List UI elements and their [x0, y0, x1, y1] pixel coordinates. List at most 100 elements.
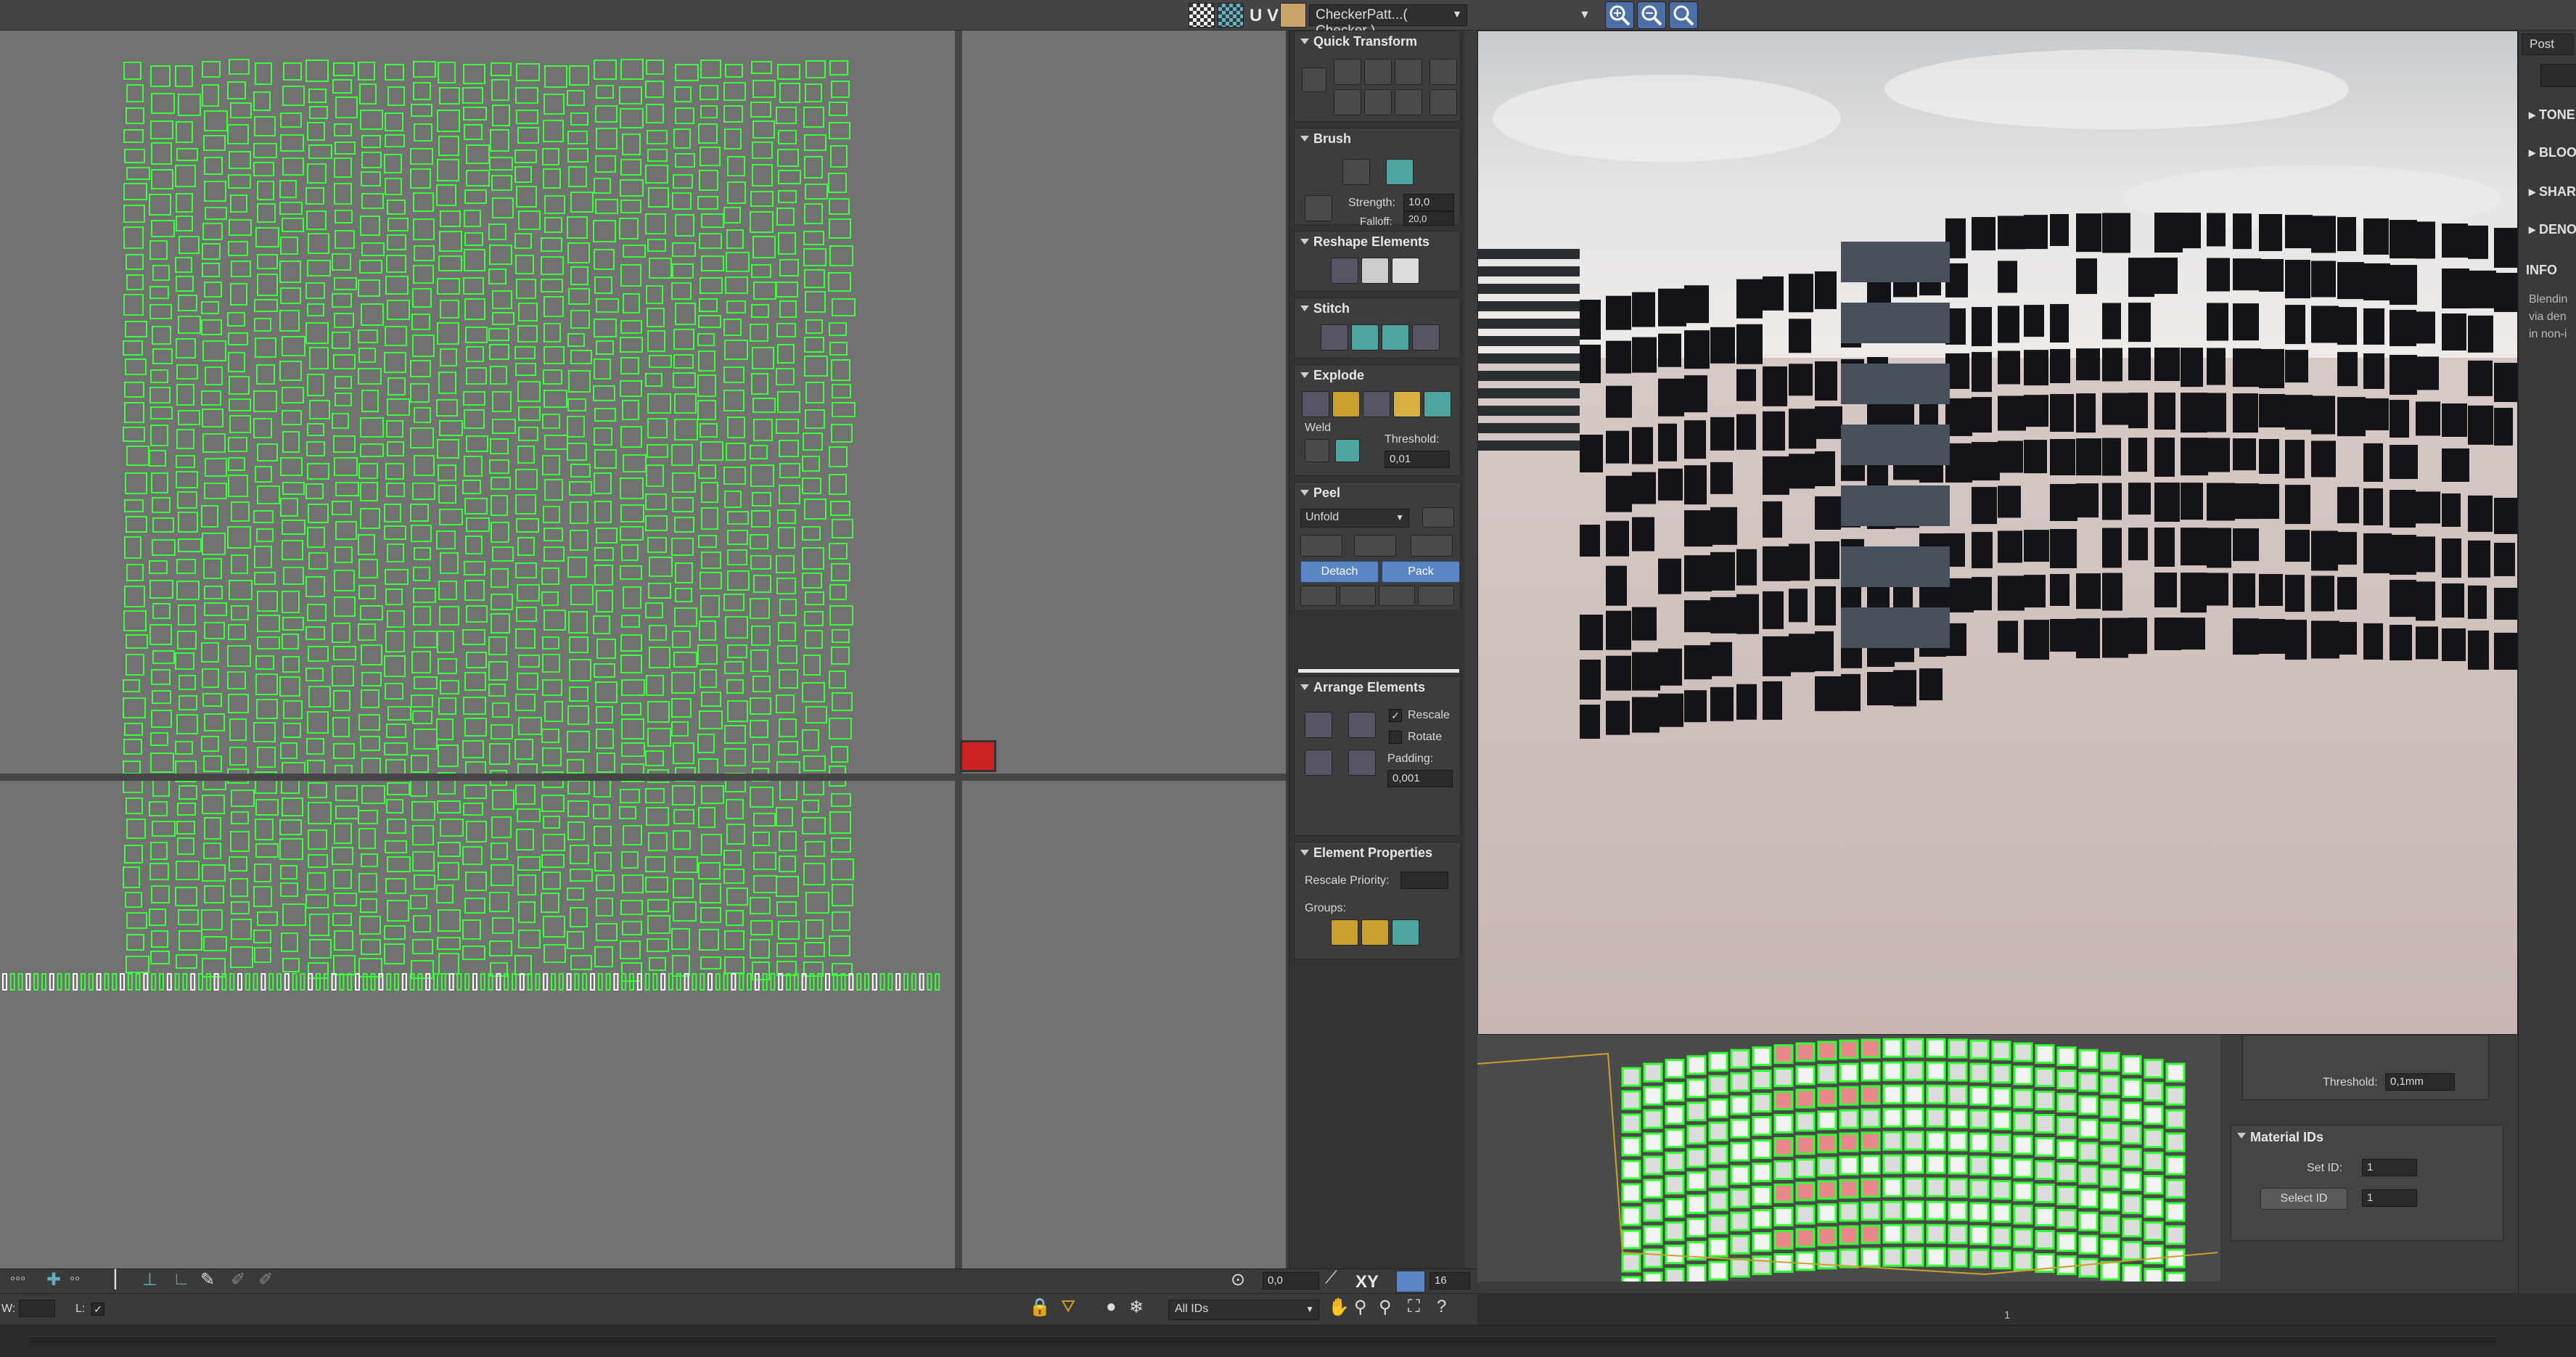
set-pivot-icon[interactable]	[1302, 67, 1326, 92]
texture-dropdown[interactable]: CheckerPatt...( Checker ) ▼	[1309, 4, 1467, 38]
post-tab[interactable]: Post	[2522, 33, 2574, 55]
help-icon[interactable]: ?	[1437, 1297, 1446, 1317]
break-by-smoothing-icon[interactable]	[1302, 391, 1329, 417]
strength-spinner[interactable]: 10,0	[1403, 194, 1454, 211]
ids-dropdown[interactable]: All IDs ▼	[1168, 1300, 1319, 1320]
flatten-by-angle-icon[interactable]	[1393, 391, 1421, 417]
zoom-out-icon[interactable]	[1637, 1, 1666, 29]
shrink-selection-icon[interactable]: ◦◦◦	[10, 1271, 25, 1287]
collapse-triangle-icon[interactable]	[1300, 684, 1309, 690]
relax-brush-icon[interactable]	[1386, 159, 1414, 185]
axis-line-icon[interactable]: ⟋	[1325, 1268, 1337, 1288]
paint-move-icon[interactable]	[1342, 159, 1370, 185]
arrange-elements-title[interactable]: Arrange Elements	[1313, 680, 1425, 695]
collapse-triangle-icon[interactable]	[1300, 306, 1309, 311]
stitch-average-icon[interactable]	[1351, 324, 1379, 350]
straighten-selection-icon[interactable]	[1331, 258, 1358, 284]
w-input[interactable]	[19, 1300, 55, 1317]
pack-button[interactable]: Pack	[1382, 561, 1460, 583]
select-pinned-icon[interactable]	[1418, 586, 1454, 606]
relax-until-flat-icon[interactable]	[1392, 258, 1419, 284]
pack-normalize-icon[interactable]	[1305, 712, 1332, 738]
angle-spinner[interactable]: 0,0	[1263, 1272, 1319, 1290]
checker-toggle-icon[interactable]	[1189, 3, 1215, 28]
grid-snap-icon[interactable]	[1396, 1271, 1425, 1292]
timeline-bar[interactable]: 1	[1477, 1293, 2576, 1325]
auto-pin-icon[interactable]	[1379, 586, 1415, 606]
l-checkbox[interactable]: ✓	[91, 1303, 104, 1316]
zoom-region-icon[interactable]: ⚲	[1379, 1297, 1392, 1318]
lock-icon[interactable]: 🔒	[1029, 1297, 1051, 1318]
collapse-triangle-icon[interactable]	[2237, 1133, 2246, 1139]
stitch-to-source-icon[interactable]	[1382, 324, 1409, 350]
material-ids-title[interactable]: Material IDs	[2250, 1130, 2323, 1145]
filter-icon[interactable]: ⛛	[1061, 1297, 1075, 1317]
stitch-to-target-icon[interactable]	[1321, 324, 1348, 350]
padding-spinner[interactable]: 0,001	[1387, 770, 1453, 787]
rescale-checkbox[interactable]: ✓	[1389, 709, 1402, 722]
collapse-triangle-icon[interactable]	[1300, 239, 1309, 245]
space-horizontal-icon[interactable]	[1429, 59, 1457, 85]
set-id-spinner[interactable]: 1	[2362, 1159, 2417, 1176]
falloff-spinner[interactable]: 20,0	[1403, 211, 1454, 226]
zoom-icon[interactable]: ⚲	[1354, 1297, 1367, 1318]
peel-title[interactable]: Peel	[1313, 485, 1340, 501]
reset-peel-icon[interactable]	[1411, 535, 1453, 557]
explode-title[interactable]: Explode	[1313, 368, 1364, 383]
quick-transform-title[interactable]: Quick Transform	[1313, 34, 1417, 49]
align-to-edge-icon[interactable]	[1334, 89, 1361, 115]
straighten-icon[interactable]	[1364, 89, 1392, 115]
uv-label[interactable]: U V	[1250, 6, 1279, 26]
select-face-icon[interactable]: ∟	[173, 1269, 190, 1290]
uv-editor-viewport[interactable]	[0, 30, 1286, 1268]
brush-title[interactable]: Brush	[1313, 131, 1351, 147]
pack-fit-icon[interactable]	[1348, 750, 1376, 776]
pan-icon[interactable]: ✋	[1328, 1297, 1350, 1318]
collapse-triangle-icon[interactable]	[1300, 850, 1309, 856]
break-icon[interactable]	[1424, 391, 1451, 417]
axis-label[interactable]: XY	[1355, 1272, 1379, 1292]
perspective-viewport[interactable]	[1477, 1035, 2220, 1282]
break-by-polygon-icon[interactable]	[1363, 391, 1390, 417]
side-item-tone[interactable]: ▸ TONE	[2529, 107, 2575, 123]
rescale-priority-spinner[interactable]	[1400, 872, 1448, 889]
reshape-elements-title[interactable]: Reshape Elements	[1313, 234, 1429, 250]
stitch-custom-icon[interactable]	[1412, 324, 1440, 350]
texture-icon[interactable]	[1280, 3, 1306, 28]
collapse-triangle-icon[interactable]	[1300, 38, 1309, 44]
relax-icon[interactable]	[1361, 258, 1389, 284]
space-vertical-icon[interactable]	[1429, 89, 1457, 115]
pack-custom-icon[interactable]	[1305, 750, 1332, 776]
select-id-button[interactable]: Select ID	[2260, 1188, 2347, 1210]
break-by-material-icon[interactable]	[1332, 391, 1360, 417]
stitch-title[interactable]: Stitch	[1313, 301, 1350, 316]
group-select-icon[interactable]	[1331, 919, 1358, 946]
select-id-spinner[interactable]: 1	[2362, 1189, 2417, 1207]
group-select-all-icon[interactable]	[1392, 919, 1419, 946]
collapse-triangle-icon[interactable]	[1300, 372, 1309, 378]
pin-icon[interactable]	[1300, 586, 1337, 606]
grow-selection-icon[interactable]: ✚	[46, 1269, 61, 1290]
rotate-checkbox[interactable]	[1389, 731, 1402, 744]
loop-select-icon[interactable]: ◦◦	[70, 1271, 80, 1287]
group-ungroup-icon[interactable]	[1361, 919, 1389, 946]
zoom-in-icon[interactable]	[1605, 1, 1634, 29]
quick-peel-icon[interactable]	[1300, 535, 1342, 557]
paint-select-icon[interactable]: ✎	[200, 1269, 215, 1290]
map-toggle-icon[interactable]	[1218, 3, 1244, 28]
freeze-icon[interactable]: ❄	[1129, 1297, 1144, 1318]
brush-stroke-icon[interactable]	[1305, 195, 1332, 221]
select-edge-icon[interactable]: ⊥	[142, 1269, 157, 1290]
weld-selected-icon[interactable]	[1305, 439, 1329, 462]
threshold-spinner[interactable]: 0,01	[1385, 451, 1450, 468]
pack-together-icon[interactable]	[1348, 712, 1376, 738]
rotate-cw-icon[interactable]	[1395, 89, 1422, 115]
angle-snap-icon[interactable]: ⊙	[1231, 1269, 1245, 1290]
collapse-triangle-icon[interactable]	[1300, 490, 1309, 496]
grid-spinner[interactable]: 16	[1429, 1272, 1470, 1290]
render-frame-window[interactable]	[1477, 30, 2518, 1035]
weld-all-selected-icon[interactable]	[1335, 439, 1360, 462]
align-vertical-icon[interactable]	[1364, 59, 1392, 85]
side-item-bloom[interactable]: ▸ BLOO	[2529, 145, 2576, 160]
peel-options-icon[interactable]	[1422, 507, 1454, 528]
